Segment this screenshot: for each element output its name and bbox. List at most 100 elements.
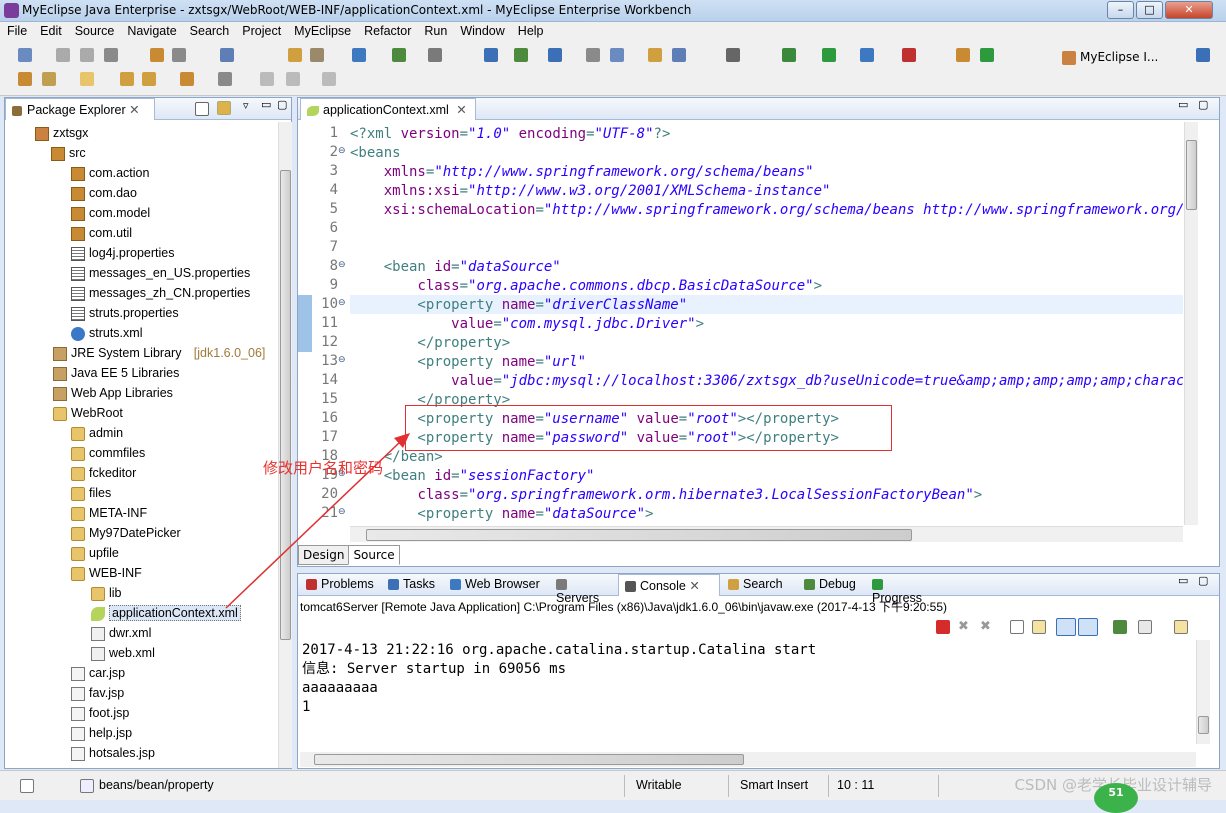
task-icon[interactable] xyxy=(142,72,156,86)
editor-horizontal-scrollbar[interactable] xyxy=(350,526,1183,542)
menu-run[interactable]: Run xyxy=(417,22,453,38)
open-folder-icon[interactable] xyxy=(18,72,32,86)
tab-debug[interactable]: Debug xyxy=(798,574,864,596)
close-button[interactable]: ✕ xyxy=(1165,1,1213,19)
show-on-stderr-icon[interactable] xyxy=(1078,618,1098,636)
tab-servers[interactable]: Servers xyxy=(550,574,616,605)
explorer-icon[interactable] xyxy=(672,48,686,62)
tree-scrollbar[interactable] xyxy=(278,122,292,768)
project-icon[interactable] xyxy=(288,48,302,62)
fold-icon[interactable]: ⊖ xyxy=(338,507,346,517)
close-tab-icon[interactable]: ✕ xyxy=(456,103,466,117)
save-icon[interactable] xyxy=(56,48,70,62)
bean-icon[interactable] xyxy=(310,48,324,62)
browser-icon[interactable] xyxy=(610,48,624,62)
profiler-icon[interactable] xyxy=(956,48,970,62)
menu-search[interactable]: Search xyxy=(183,22,236,38)
fold-icon[interactable]: ⊖ xyxy=(338,355,346,365)
code-area[interactable]: <?xml version="1.0" encoding="UTF-8"?> <b… xyxy=(350,122,1183,525)
last-edit-icon[interactable] xyxy=(322,72,336,86)
tab-design[interactable]: Design xyxy=(298,545,350,565)
scroll-lock-icon[interactable] xyxy=(1032,620,1046,634)
fold-icon[interactable]: ⊖ xyxy=(338,260,346,270)
coverage-icon[interactable] xyxy=(860,48,874,62)
next-annotation-icon[interactable] xyxy=(180,72,194,86)
maximize-button[interactable]: □ xyxy=(1136,1,1163,19)
fold-icon[interactable]: ⊖ xyxy=(338,298,346,308)
display-console-icon[interactable] xyxy=(1138,620,1152,634)
save-all-icon[interactable] xyxy=(80,48,94,62)
debug-icon[interactable] xyxy=(782,48,796,62)
menu-edit[interactable]: Edit xyxy=(33,22,68,38)
console-scroll-thumb[interactable] xyxy=(1198,716,1209,734)
menu-source[interactable]: Source xyxy=(68,22,121,38)
maximize-view-icon[interactable]: ▢ xyxy=(277,98,287,111)
collapse-all-icon[interactable] xyxy=(195,102,209,116)
editor-hscroll-thumb[interactable] xyxy=(366,529,912,541)
view-menu-icon[interactable]: ▿ xyxy=(243,99,249,112)
open-perspective-icon[interactable] xyxy=(1196,48,1210,62)
prev-annotation-icon[interactable] xyxy=(218,72,232,86)
pin-console-icon[interactable] xyxy=(1113,620,1127,634)
perspective-switcher[interactable]: MyEclipse I... xyxy=(1062,50,1158,65)
minimize-button[interactable]: – xyxy=(1107,1,1134,19)
tab-progress[interactable]: Progress xyxy=(866,574,942,605)
menu-window[interactable]: Window xyxy=(453,22,510,38)
minimize-editor-icon[interactable]: ▭ xyxy=(1178,98,1188,111)
fold-icon[interactable]: ⊖ xyxy=(338,146,346,156)
wand-icon[interactable] xyxy=(42,72,56,86)
remove-launch-icon[interactable]: ✖ xyxy=(958,620,972,634)
menu-file[interactable]: File xyxy=(0,22,33,38)
tab-applicationcontext-xml[interactable]: applicationContext.xml ✕ xyxy=(300,98,476,120)
hyperlink-icon[interactable] xyxy=(586,48,600,62)
link-with-editor-icon[interactable] xyxy=(217,101,231,115)
menu-project[interactable]: Project xyxy=(235,22,287,38)
web-icon[interactable] xyxy=(548,48,562,62)
tab-source[interactable]: Source xyxy=(348,545,400,565)
tab-web-browser[interactable]: Web Browser xyxy=(444,574,548,596)
back-icon[interactable] xyxy=(260,72,274,86)
remove-all-icon[interactable]: ✖ xyxy=(980,620,994,634)
console-vertical-scrollbar[interactable] xyxy=(1196,640,1210,744)
screenshot-icon[interactable] xyxy=(726,48,740,62)
deploy-icon[interactable] xyxy=(392,48,406,62)
editor-scroll-thumb[interactable] xyxy=(1186,140,1197,210)
tab-problems[interactable]: Problems xyxy=(300,574,380,596)
forward-icon[interactable] xyxy=(286,72,300,86)
editor-vertical-scrollbar[interactable] xyxy=(1184,122,1198,525)
class-icon[interactable] xyxy=(648,48,662,62)
tab-package-explorer[interactable]: Package Explorer ✕ xyxy=(5,98,155,120)
tab-tasks[interactable]: Tasks xyxy=(382,574,442,596)
tree-scroll-thumb[interactable] xyxy=(280,170,291,640)
new-icon[interactable] xyxy=(18,48,32,62)
flag-icon[interactable] xyxy=(80,72,94,86)
close-tab-icon[interactable]: ✕ xyxy=(686,579,699,593)
console-hscroll-thumb[interactable] xyxy=(314,754,744,765)
menu-myeclipse[interactable]: MyEclipse xyxy=(287,22,357,38)
fast-view-icon[interactable] xyxy=(20,779,34,793)
ant-icon[interactable] xyxy=(150,48,164,62)
test-icon[interactable] xyxy=(514,48,528,62)
build-icon[interactable] xyxy=(484,48,498,62)
tab-search[interactable]: Search xyxy=(722,574,796,596)
console-horizontal-scrollbar[interactable] xyxy=(300,752,1196,767)
print-icon[interactable] xyxy=(104,48,118,62)
open-console-icon[interactable] xyxy=(1174,620,1188,634)
open-type-icon[interactable] xyxy=(220,48,234,62)
server-icon[interactable] xyxy=(428,48,442,62)
show-on-stdout-icon[interactable] xyxy=(1056,618,1076,636)
minimize-view-icon[interactable]: ▭ xyxy=(261,98,271,111)
annotation-icon[interactable] xyxy=(120,72,134,86)
external-tools-icon[interactable] xyxy=(902,48,916,62)
run-icon[interactable] xyxy=(822,48,836,62)
maximize-editor-icon[interactable]: ▢ xyxy=(1198,98,1208,111)
server-start-icon[interactable] xyxy=(980,48,994,62)
terminate-icon[interactable] xyxy=(936,620,950,634)
menu-refactor[interactable]: Refactor xyxy=(357,22,417,38)
run-wizard-icon[interactable] xyxy=(352,48,366,62)
close-tab-icon[interactable]: ✕ xyxy=(129,103,139,117)
maximize-view-icon[interactable]: ▢ xyxy=(1198,574,1208,587)
settings-icon[interactable] xyxy=(172,48,186,62)
clear-console-icon[interactable] xyxy=(1010,620,1024,634)
menu-navigate[interactable]: Navigate xyxy=(120,22,182,38)
